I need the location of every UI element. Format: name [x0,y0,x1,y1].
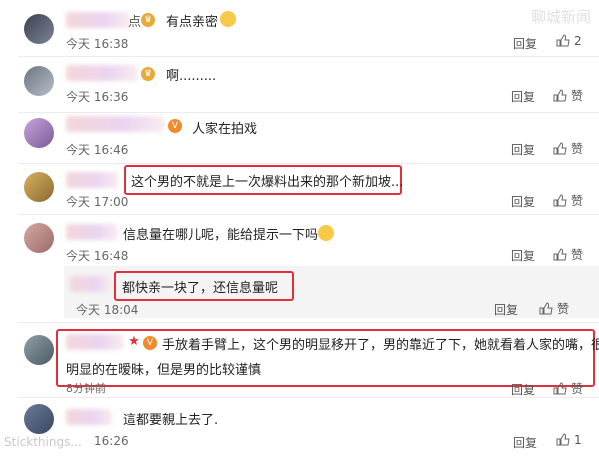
avatar[interactable] [24,118,54,148]
username[interactable] [66,12,130,28]
username[interactable] [66,116,164,132]
thumbs-up-icon [539,302,553,315]
user-badge-icon: ♛ [141,13,155,27]
comment-text-line1: 手放着手臂上，这个男的明显移开了，男的靠近了下，她就看着人家的嘴，很 [162,338,599,353]
reply-button[interactable]: 回复 [511,381,535,398]
reply-button[interactable]: 回复 [513,434,537,451]
comment-time: 今天 17:00 [66,195,129,209]
reply-button[interactable]: 回复 [511,193,535,210]
thumbs-up-icon [553,248,567,261]
like-button[interactable]: 赞 [553,380,583,397]
thumbs-up-icon [553,194,567,207]
username[interactable] [66,65,138,81]
comment-text: 都快亲一块了，还信息量呢 [122,281,279,296]
watermark: Stickthings... [4,435,82,449]
username[interactable] [70,276,112,292]
like-count: 赞 [571,89,584,103]
avatar[interactable] [24,14,54,44]
like-button[interactable]: 赞 [553,140,583,157]
thumbs-up-icon [556,34,570,47]
comment-row: ♛ 啊......... 今天 16:36 回复 赞 [0,57,599,113]
username[interactable] [66,409,112,425]
like-count: 赞 [571,382,584,396]
comment-text: 有点亲密 [166,15,219,30]
comment-text: 這都要親上去了. [123,413,219,428]
comment-text: 啊......... [166,69,217,84]
comment-time: 16:26 [94,434,129,448]
like-button[interactable]: 2 [556,34,582,48]
reply-button[interactable]: 回复 [511,141,535,158]
user-badge-icon: V [168,119,182,133]
like-button[interactable]: 赞 [553,246,583,263]
star-badge-icon: ★ [128,334,140,349]
comment-time: 今天 16:46 [66,143,129,157]
like-count: 赞 [557,302,570,316]
avatar[interactable] [24,404,54,434]
like-count: 赞 [571,194,584,208]
like-button[interactable]: 赞 [553,192,583,209]
thumbs-up-icon [556,433,570,446]
comment-row: 這都要親上去了. 16:26 回复 1 [0,398,599,459]
reply-button[interactable]: 回复 [513,35,537,52]
comment-text: 信息量在哪儿呢，能给提示一下吗 [123,228,319,243]
user-badge-icon: V [143,336,157,350]
comment-time: 今天 16:48 [66,249,129,263]
like-count: 1 [574,433,582,447]
comment-row: ★ V 手放着手臂上，这个男的明显移开了，男的靠近了下，她就看着人家的嘴，很 明… [0,323,599,398]
avatar[interactable] [24,223,54,253]
username[interactable] [66,172,118,188]
smile-emoji-icon [318,225,334,241]
user-badge-icon: ♛ [141,67,155,81]
avatar[interactable] [24,66,54,96]
username-suffix: 点 [128,15,142,30]
like-button[interactable]: 赞 [539,300,569,317]
comment-row: V 人家在拍戏 今天 16:46 回复 赞 [0,113,599,164]
comment-row: 点 ♛ 有点亲密 今天 16:38 回复 2 [0,0,599,57]
thumbs-up-icon [553,142,567,155]
like-count: 2 [574,34,582,48]
comment-time: 今天 16:36 [66,90,129,104]
reply-button[interactable]: 回复 [511,88,535,105]
comment-text: 人家在拍戏 [192,122,258,137]
thumbs-up-icon [553,89,567,102]
comment-row: 信息量在哪儿呢，能给提示一下吗 今天 16:48 回复 赞 都快亲一块了，还信息… [0,215,599,323]
like-count: 赞 [571,248,584,262]
nested-reply: 都快亲一块了，还信息量呢 今天 18:04 回复 赞 [64,266,599,318]
username[interactable] [66,224,118,240]
reply-button[interactable]: 回复 [494,301,518,318]
comment-time: 今天 16:38 [66,37,129,51]
comment-text: 这个男的不就是上一次爆料出来的那个新加坡... [131,175,404,190]
reply-button[interactable]: 回复 [511,247,535,264]
smile-emoji-icon [220,11,236,27]
like-button[interactable]: 1 [556,433,582,447]
thumbs-up-icon [553,382,567,395]
like-button[interactable]: 赞 [553,87,583,104]
comment-time: 8分钟前 [66,382,106,395]
avatar[interactable] [24,335,54,365]
avatar[interactable] [24,172,54,202]
like-count: 赞 [571,142,584,156]
comment-row: 这个男的不就是上一次爆料出来的那个新加坡... 今天 17:00 回复 赞 [0,164,599,215]
comment-text-line2: 明显的在暧昧，但是男的比较谨慎 [66,363,262,378]
comment-time: 今天 18:04 [76,303,139,317]
